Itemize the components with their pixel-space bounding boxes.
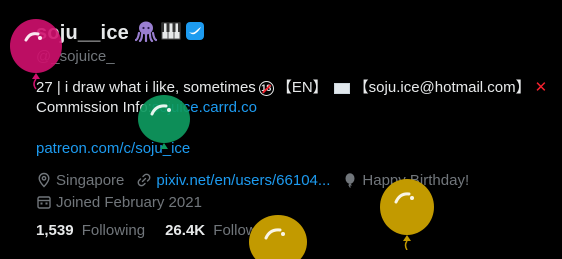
follow-stats: 1,539 Following 26.4K Followers xyxy=(36,222,277,239)
green-balloon xyxy=(138,95,190,149)
following-stat[interactable]: 1,539 Following xyxy=(36,222,145,239)
location-text: Singapore xyxy=(56,171,125,189)
gold-balloon-bottom xyxy=(249,215,307,259)
following-label: Following xyxy=(81,222,146,239)
following-count: 1,539 xyxy=(36,222,74,239)
bio-line-2: Commission Info: sojuice.carrd.co xyxy=(36,98,547,118)
location-pin-icon xyxy=(38,172,50,188)
piano-keys-icon xyxy=(161,21,181,46)
link-icon xyxy=(137,173,151,187)
email-open-bracket: 【 xyxy=(353,79,369,96)
followers-count: 26.4K xyxy=(165,222,206,239)
octopus-icon xyxy=(134,20,158,47)
balloon-icon xyxy=(345,173,355,188)
age-18-badge: 18 xyxy=(258,80,274,96)
website-link[interactable]: pixiv.net/en/users/66104... xyxy=(156,172,330,189)
calendar-icon xyxy=(37,196,51,209)
gold-balloon-right xyxy=(380,179,434,250)
name-icons xyxy=(134,20,205,47)
bio-line-1: 27 | i draw what i like, sometimes 18 【E… xyxy=(36,78,547,98)
pink-balloon xyxy=(10,19,62,90)
location: Singapore xyxy=(36,172,124,189)
verified-icon[interactable] xyxy=(185,21,205,46)
cross-mark-icon: ✕ xyxy=(534,79,548,96)
joined-text: Joined February 2021 xyxy=(56,193,202,211)
lang-tag: 【EN】 xyxy=(276,79,328,96)
bio: 27 | i draw what i like, sometimes 18 【E… xyxy=(36,78,547,118)
joined: Joined February 2021 xyxy=(36,194,202,211)
email-text: soju.ice@hotmail.com xyxy=(368,79,516,96)
envelope-icon xyxy=(333,82,350,94)
email-close-bracket: 】 xyxy=(515,79,531,96)
website[interactable]: pixiv.net/en/users/66104... xyxy=(136,172,330,189)
commission-label: Commission Info: xyxy=(36,99,152,116)
